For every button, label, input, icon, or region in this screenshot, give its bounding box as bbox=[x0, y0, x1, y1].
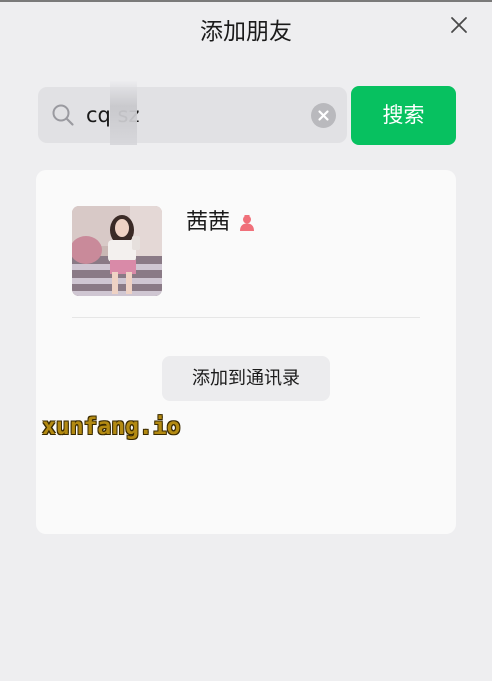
search-result-card: 茜茜 添加到通讯录 bbox=[36, 170, 456, 534]
clear-search-button[interactable] bbox=[311, 103, 336, 128]
add-to-contacts-button[interactable]: 添加到通讯录 bbox=[162, 356, 330, 401]
page-title: 添加朋友 bbox=[200, 19, 292, 45]
close-button[interactable] bbox=[446, 12, 472, 38]
clear-icon bbox=[318, 110, 329, 121]
avatar-image bbox=[72, 206, 162, 296]
watermark: xunfang.io bbox=[42, 414, 181, 440]
redaction-overlay bbox=[110, 81, 137, 145]
nickname-row: 茜茜 bbox=[186, 207, 256, 239]
window-top-border bbox=[0, 0, 492, 2]
close-icon bbox=[451, 17, 467, 33]
nickname: 茜茜 bbox=[186, 210, 231, 235]
search-box[interactable] bbox=[38, 81, 347, 145]
female-icon bbox=[238, 214, 256, 232]
divider bbox=[72, 317, 420, 318]
search-button[interactable]: 搜索 bbox=[351, 86, 456, 145]
search-icon bbox=[52, 104, 74, 126]
avatar[interactable] bbox=[72, 206, 162, 296]
